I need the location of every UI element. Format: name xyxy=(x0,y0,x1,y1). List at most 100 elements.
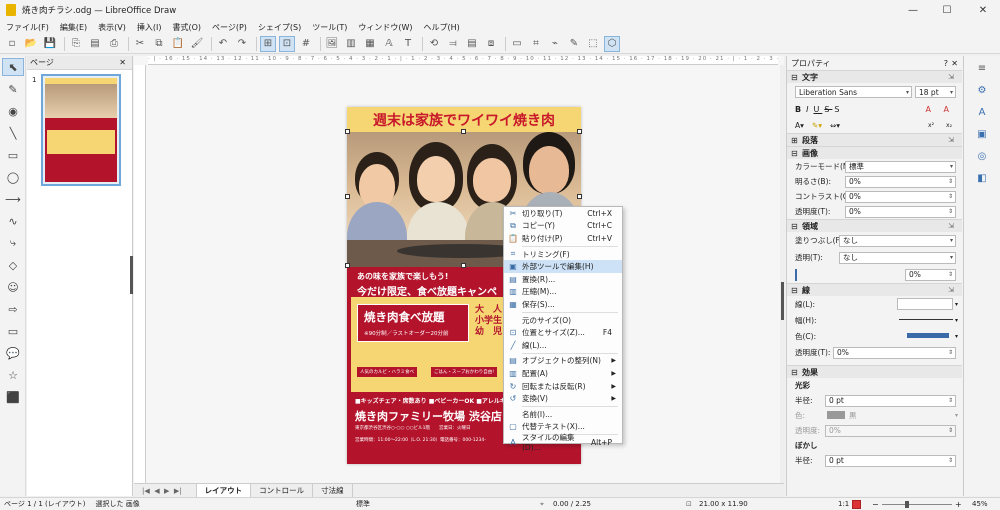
page-thumbnail[interactable] xyxy=(41,74,121,186)
menu-view[interactable]: 表示(V) xyxy=(98,22,126,33)
close-panel-icon[interactable]: ✕ xyxy=(119,58,126,67)
context-menu-item[interactable]: 📋 貼り付け(P) Ctrl+V xyxy=(504,232,622,245)
line-width-preview[interactable] xyxy=(899,319,953,320)
context-menu-item[interactable]: ⧉ コピー(Y) Ctrl+C xyxy=(504,220,622,233)
styles-icon[interactable]: A xyxy=(975,105,989,119)
gallery-icon[interactable]: ▣ xyxy=(975,127,989,141)
print-icon[interactable]: ⎙ xyxy=(106,36,122,52)
clear-format-icon[interactable]: A xyxy=(926,105,934,114)
redo-icon[interactable]: ↷ xyxy=(234,36,250,52)
insert-table-icon[interactable]: ▦ xyxy=(362,36,378,52)
shapes-icon[interactable]: ◧ xyxy=(975,171,989,185)
minimize-button[interactable]: — xyxy=(896,0,930,20)
context-menu-item[interactable]: ▤ オブジェクトの整列(N) ▶ xyxy=(504,355,622,368)
underline-icon[interactable]: U xyxy=(813,105,822,114)
shadow-text-icon[interactable]: S xyxy=(834,105,842,114)
line-tool-icon[interactable]: ╲ xyxy=(2,124,24,142)
tab-dimension-lines[interactable]: 寸法線 xyxy=(313,484,353,497)
selection-handle[interactable] xyxy=(345,129,350,134)
sidebar-collapse-handle[interactable] xyxy=(781,282,784,320)
menu-file[interactable]: ファイル(F) xyxy=(6,22,49,33)
context-menu-item[interactable]: ▥ 圧縮(M)... xyxy=(504,286,622,299)
insert-chart-icon[interactable]: ▥ xyxy=(343,36,359,52)
selection-handle[interactable] xyxy=(461,129,466,134)
export-pdf-icon[interactable]: ▤ xyxy=(87,36,103,52)
strikethrough-icon[interactable]: S xyxy=(824,105,832,114)
line-color-swatch[interactable] xyxy=(907,333,949,338)
insert-image-icon[interactable]: 🖼 xyxy=(324,36,340,52)
helplines-icon[interactable]: ⊡ xyxy=(279,35,295,52)
sidebar-menu-icon[interactable]: ≡ xyxy=(975,61,989,75)
chevron-down-icon[interactable]: ▾ xyxy=(955,301,958,308)
export-icon[interactable]: ⎘ xyxy=(68,36,84,52)
glue-icon[interactable]: ⬚ xyxy=(585,36,601,52)
menu-insert[interactable]: 挿入(I) xyxy=(137,22,162,33)
menu-edit[interactable]: 編集(E) xyxy=(60,22,87,33)
cut-icon[interactable]: ✂ xyxy=(132,36,148,52)
tab-navigation-icons[interactable]: |◀ ◀ ▶ ▶| xyxy=(142,487,182,495)
font-size-field[interactable]: 18 pt ▾ xyxy=(915,86,956,98)
selection-handle[interactable] xyxy=(345,263,350,268)
section-paragraph[interactable]: ⊞ 段落 ⇲ xyxy=(787,133,962,146)
context-menu-item[interactable]: ✂ 切り取り(T) Ctrl+X xyxy=(504,207,622,220)
ellipse-tool-icon[interactable]: ◯ xyxy=(2,168,24,186)
menu-page[interactable]: ページ(P) xyxy=(212,22,247,33)
snap-grid-icon[interactable]: # xyxy=(298,36,314,52)
close-button[interactable]: ✕ xyxy=(966,0,1000,20)
context-menu-item[interactable]: ▢ 代替テキスト(X)... xyxy=(504,421,622,434)
subscript-icon[interactable]: x₂ xyxy=(946,122,952,129)
vertical-scrollbar[interactable] xyxy=(780,65,785,483)
grid-display-icon[interactable]: ⊞ xyxy=(260,35,276,52)
panel-collapse-handle[interactable] xyxy=(130,256,133,294)
new-icon[interactable]: ▫ xyxy=(4,36,20,52)
callouts-icon[interactable]: 💬 xyxy=(2,344,24,362)
transform-icon[interactable]: ⟲ xyxy=(426,36,442,52)
area-transparency-percent[interactable]: 0% ⇕ xyxy=(905,268,956,281)
glow-transparency-field[interactable]: 0% ⇕ xyxy=(825,424,956,437)
section-character[interactable]: ⊟ 文字 ⇲ xyxy=(787,70,962,83)
italic-icon[interactable]: I xyxy=(806,105,811,114)
brightness-field[interactable]: 0% ⇕ xyxy=(845,175,956,188)
context-menu-item[interactable]: ▥ 配置(A) ▶ xyxy=(504,367,622,380)
context-menu-item[interactable]: ╱ 線(L)... xyxy=(504,339,622,352)
menu-help[interactable]: ヘルプ(H) xyxy=(424,22,460,33)
section-line[interactable]: ⊟ 線 ⇲ xyxy=(787,283,962,296)
properties-icon[interactable]: ⚙ xyxy=(975,83,989,97)
curve-tool-icon[interactable]: ∿ xyxy=(2,212,24,230)
highlight-icon[interactable]: ✎▾ xyxy=(812,121,822,130)
menu-window[interactable]: ウィンドウ(W) xyxy=(358,22,412,33)
menu-shape[interactable]: シェイプ(S) xyxy=(258,22,301,33)
superscript-icon[interactable]: x² xyxy=(928,122,934,129)
maximize-button[interactable]: ☐ xyxy=(930,0,964,20)
more-options-icon[interactable]: ⇲ xyxy=(948,222,954,230)
context-menu-item[interactable]: ▣ 外部ツールで編集(H) xyxy=(504,260,622,273)
select-tool-icon[interactable]: ⬉ xyxy=(2,58,24,76)
menu-format[interactable]: 書式(O) xyxy=(172,22,201,33)
more-options-icon[interactable]: ⇲ xyxy=(948,73,954,81)
crop-icon[interactable]: ⌗ xyxy=(528,36,544,52)
insert-textbox-icon[interactable]: T xyxy=(400,36,416,52)
stars-icon[interactable]: ☆ xyxy=(2,366,24,384)
context-menu-item[interactable]: ⌗ トリミング(F) xyxy=(504,248,622,261)
more-options-icon[interactable]: ⇲ xyxy=(948,286,954,294)
selection-handle[interactable] xyxy=(577,194,582,199)
section-area[interactable]: ⊟ 領域 ⇲ xyxy=(787,219,962,232)
fill-select[interactable]: なし ▾ xyxy=(839,234,956,247)
context-menu-item[interactable]: A スタイルの編集(D)... Alt+P xyxy=(504,433,622,452)
selection-handle[interactable] xyxy=(461,263,466,268)
area-transparency-select[interactable]: なし ▾ xyxy=(839,251,956,264)
glow-radius-field[interactable]: 0 pt ⇕ xyxy=(825,394,956,407)
connector-tool-icon[interactable]: ⤷ xyxy=(2,234,24,252)
block-arrows-icon[interactable]: ⇨ xyxy=(2,300,24,318)
spacing-icon[interactable]: ⇔▾ xyxy=(830,121,840,130)
undo-icon[interactable]: ↶ xyxy=(215,36,231,52)
tab-layout[interactable]: レイアウト xyxy=(195,484,252,497)
font-name-field[interactable]: Liberation Sans ▾ xyxy=(795,86,912,98)
basic-shapes-icon[interactable]: ◇ xyxy=(2,256,24,274)
context-menu-item[interactable]: ↻ 回転または反転(R) ▶ xyxy=(504,380,622,393)
context-menu-item[interactable]: 名前(I)... xyxy=(504,408,622,421)
selection-handle[interactable] xyxy=(345,194,350,199)
copy-icon[interactable]: ⧉ xyxy=(151,36,167,52)
image-transparency-field[interactable]: 0% ⇕ xyxy=(845,205,956,218)
section-image[interactable]: ⊟ 画像 xyxy=(787,146,962,159)
